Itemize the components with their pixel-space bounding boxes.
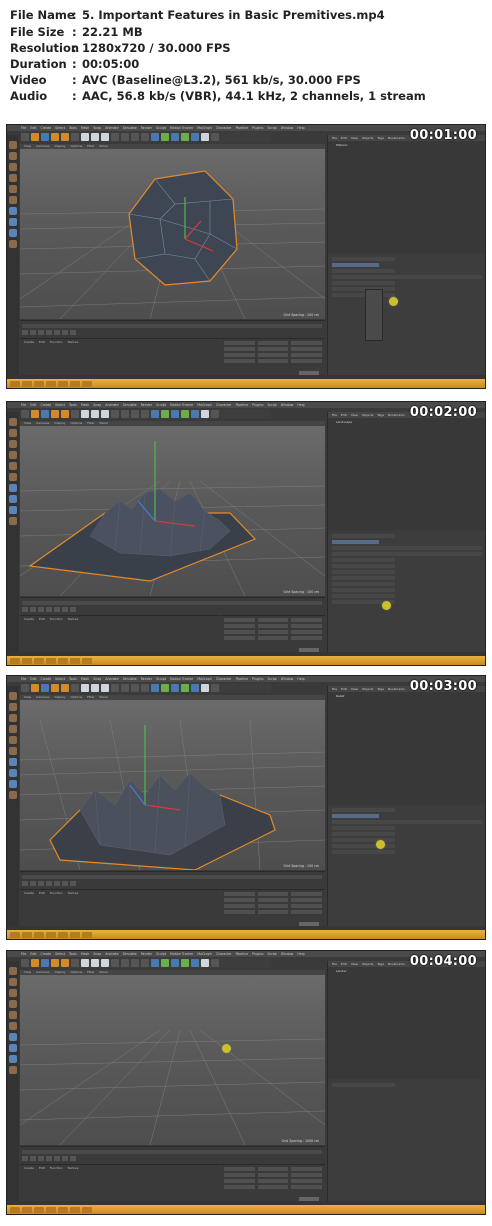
grid-spacing-label: Grid Spacing : 1000 cm [281,1139,319,1143]
3d-viewport[interactable]: View Cameras Display Options Filter Panel Gri… [20,970,325,1145]
info-key: Audio [10,89,48,103]
left-tool-palette[interactable] [7,135,19,375]
video-frame-1: File Edit Create Select Tools Mesh Snap Animate… [6,124,486,389]
timeline[interactable] [20,871,325,888]
left-tool-palette[interactable] [7,961,19,1201]
coordinates-manager[interactable] [221,889,325,930]
material-manager[interactable]: Create Edit Function Texture [20,889,220,930]
info-value: 22.21 MB [82,25,143,39]
mouse-cursor-highlight [389,297,398,306]
main-toolbar[interactable] [21,132,271,142]
grid-spacing-label: Grid Spacing : 100 cm [283,313,319,317]
relief-object [49,725,276,870]
timeline[interactable] [20,320,325,337]
info-value: 1280x720 / 30.000 FPS [82,41,231,55]
os-taskbar[interactable] [7,656,485,665]
object-manager[interactable]: File Edit View Objects Tags Bookmarks Landscap… [328,412,485,530]
info-key: Video [10,73,47,87]
frame-timecode: 00:03:00 [409,679,477,694]
grid-spacing-label: Grid Spacing : 100 cm [283,864,319,868]
frame-timecode: 00:02:00 [409,405,477,420]
material-manager[interactable]: Create Edit Function Texture [20,338,220,379]
timeline[interactable] [20,1146,325,1163]
landscape-object [28,441,257,582]
info-key: Resolution [10,41,80,55]
info-key: File Size [10,25,65,39]
3d-viewport[interactable]: View Cameras Display Options Filter Panel Gri… [20,421,325,596]
object-item[interactable]: Relief [336,694,376,698]
os-taskbar[interactable] [7,930,485,939]
right-panel: File Edit View Objects Tags Bookmarks Relief [327,686,485,928]
object-item[interactable]: Landsc [336,969,376,973]
info-separator: : [72,25,77,39]
info-row-audio: Audio: AAC, 56.8 kb/s (VBR), 44.1 kHz, 2 … [10,89,426,105]
material-manager[interactable]: Create Edit Function Texture [20,615,220,656]
attribute-manager[interactable] [328,532,485,654]
3d-viewport[interactable]: View Cameras Display Options Filter Panel Gri… [20,144,325,319]
info-separator: : [72,8,77,22]
info-value: 5. Important Features in Basic Premitive… [82,8,385,22]
object-manager[interactable]: File Edit View Objects Tags Bookmarks Landsc [328,961,485,1079]
info-row-file-size: File Size:22.21 MB [10,25,143,41]
info-row-duration: Duration:00:05:00 [10,57,139,73]
main-toolbar[interactable] [21,683,271,693]
info-key: Duration [10,57,67,71]
info-separator: : [72,41,77,55]
frame-timecode: 00:01:00 [409,128,477,143]
mouse-cursor-highlight [382,601,391,610]
video-frame-3: File Edit Create Select Tools Mesh Snap Animate… [6,675,486,940]
coordinates-manager[interactable] [221,338,325,379]
video-frame-4: File Edit Create Select Tools Mesh Snap Animate… [6,950,486,1215]
material-manager[interactable]: Create Edit Function Texture [20,1164,220,1205]
mouse-cursor-highlight [376,840,385,849]
info-separator: : [72,89,77,103]
info-row-resolution: Resolution: 1280x720 / 30.000 FPS [10,41,231,57]
object-item[interactable]: Landscape [336,420,376,424]
main-toolbar[interactable] [21,409,271,419]
left-tool-palette[interactable] [7,412,19,652]
mouse-cursor-highlight [222,1044,231,1053]
frame-timecode: 00:04:00 [409,954,477,969]
info-separator: : [72,57,77,71]
info-key: File Name [10,8,75,22]
3d-viewport[interactable]: View Cameras Display Options Filter Panel Gri… [20,695,325,870]
info-value: 00:05:00 [82,57,140,71]
info-row-file-name: File Name: 5. Important Features in Basic… [10,8,385,24]
right-panel: File Edit View Objects Tags Bookmarks Landscap… [327,412,485,654]
coordinates-manager[interactable] [221,1164,325,1205]
info-value: AAC, 56.8 kb/s (VBR), 44.1 kHz, 2 channe… [82,89,426,103]
timeline[interactable] [20,597,325,614]
os-taskbar[interactable] [7,1205,485,1214]
media-info-panel: File Name: 5. Important Features in Basic… [0,0,492,118]
object-manager[interactable]: File Edit View Objects Tags Bookmarks Platonic [328,135,485,253]
attribute-manager[interactable] [328,806,485,928]
info-row-video: Video: AVC (Baseline@L3.2), 561 kb/s, 30.… [10,73,361,89]
coordinates-manager[interactable] [221,615,325,656]
video-frame-2: File Edit Create Select Tools Mesh Snap Animate… [6,401,486,666]
os-taskbar[interactable] [7,379,485,388]
object-manager[interactable]: File Edit View Objects Tags Bookmarks Relief [328,686,485,804]
attribute-manager[interactable] [328,255,485,377]
platonic-object [128,170,238,286]
main-toolbar[interactable] [21,958,271,968]
grid-spacing-label: Grid Spacing : 100 cm [283,590,319,594]
object-item[interactable]: Platonic [336,143,376,147]
right-panel: File Edit View Objects Tags Bookmarks Landsc [327,961,485,1203]
right-panel: File Edit View Objects Tags Bookmarks Platonic [327,135,485,377]
info-value: AVC (Baseline@L3.2), 561 kb/s, 30.000 FP… [82,73,361,87]
left-tool-palette[interactable] [7,686,19,926]
attribute-manager[interactable] [328,1081,485,1203]
perspective-grid [20,1029,325,1145]
type-dropdown-list[interactable] [365,289,383,341]
info-separator: : [72,73,77,87]
